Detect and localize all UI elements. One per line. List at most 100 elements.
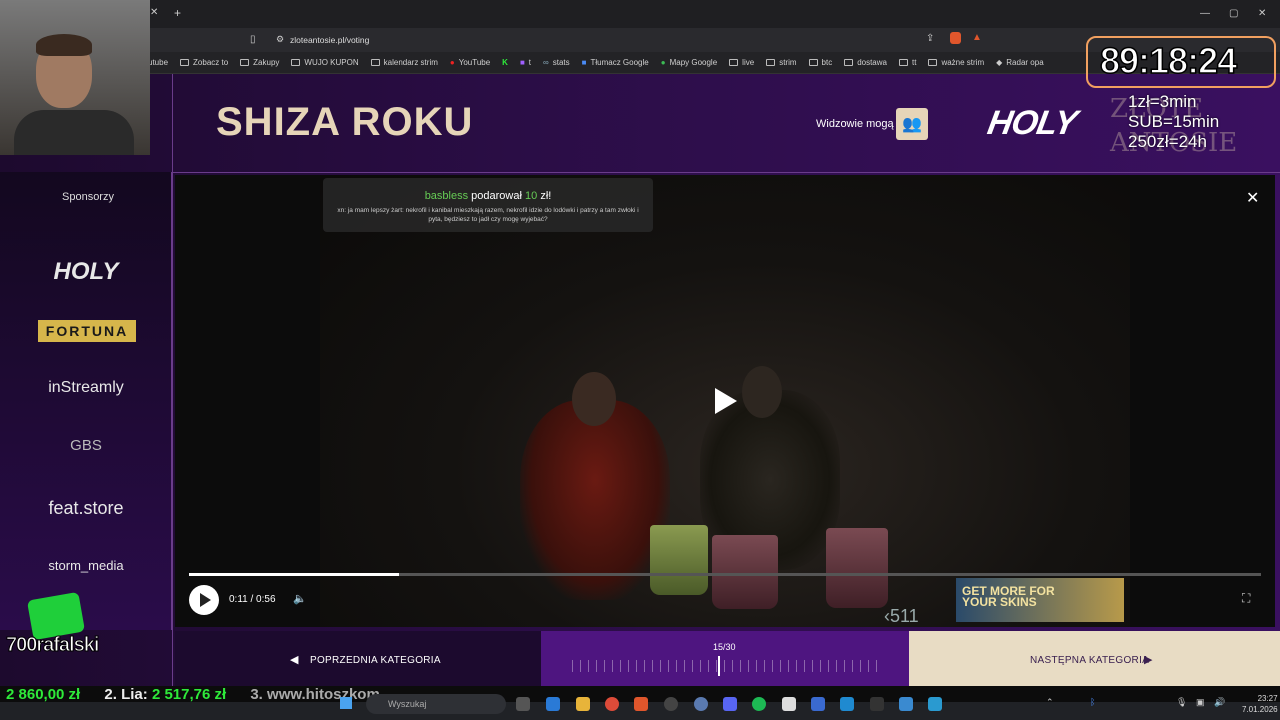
sponsor-gbs-logo[interactable]: GBS — [0, 437, 172, 454]
chrome-icon[interactable] — [605, 697, 619, 711]
video-person-head — [572, 372, 616, 426]
video-cup — [650, 525, 708, 595]
play-icon — [200, 593, 211, 607]
task-view-icon[interactable] — [516, 697, 530, 711]
spotify-icon[interactable] — [752, 697, 766, 711]
notepad-icon[interactable] — [899, 697, 913, 711]
subathon-rule: SUB=15min — [1128, 112, 1220, 131]
sponsor-stormmedia-logo[interactable]: storm_media — [0, 558, 172, 573]
bookmark-item[interactable]: ■ Tłumacz Google — [582, 58, 649, 67]
play-overlay-icon[interactable] — [715, 388, 737, 414]
bookmark-item[interactable]: ∞ stats — [543, 58, 570, 67]
windows-start-icon[interactable] — [340, 697, 352, 709]
app-icon[interactable] — [928, 697, 942, 711]
category-ticks — [572, 660, 880, 672]
tray-chevron-icon[interactable]: ⌃ — [1046, 697, 1054, 708]
stats-icon: ∞ — [543, 58, 549, 67]
browser-tab-bar — [0, 0, 1280, 28]
fullscreen-icon[interactable]: ⛶ — [1242, 591, 1250, 606]
folder-icon — [370, 59, 380, 66]
folder-icon — [180, 59, 190, 66]
bookmark-item[interactable]: Zakupy — [240, 58, 279, 67]
brave-icon[interactable] — [634, 697, 648, 711]
bookmark-item[interactable]: btc — [808, 58, 832, 67]
twitch-icon: ■ — [519, 58, 525, 67]
app-icon[interactable] — [870, 697, 884, 711]
bookmark-item[interactable]: ● Mapy Google — [661, 58, 717, 67]
next-category-label: NASTĘPNA KATEGORIA — [1030, 655, 1150, 666]
folder-icon — [844, 59, 854, 66]
bookmark-item[interactable]: dostawa — [844, 58, 887, 67]
minimize-icon[interactable]: — — [1200, 8, 1210, 19]
folder-icon — [766, 59, 776, 66]
volume-icon[interactable]: 🔈 — [293, 592, 307, 605]
bookmark-item[interactable]: utube — [148, 58, 168, 67]
network-icon[interactable]: ▣ — [1196, 697, 1205, 708]
speaker-icon[interactable]: 🔊 — [1214, 697, 1225, 708]
progress-fill — [189, 573, 400, 576]
arrow-right-icon: ▶ — [1144, 654, 1153, 666]
folder-icon — [928, 59, 938, 66]
category-title: SHIZA ROKU — [216, 100, 474, 144]
calculator-icon[interactable] — [811, 697, 825, 711]
sponsor-instreamly-logo[interactable]: inStreamly — [0, 379, 172, 397]
brave-shield-icon[interactable] — [950, 32, 961, 44]
arrow-left-icon: ◀ — [290, 654, 299, 666]
divider — [172, 74, 173, 686]
bookmark-item[interactable]: ● YouTube — [450, 58, 490, 67]
current-category-marker — [718, 656, 720, 676]
bookmark-item[interactable]: kalendarz strim — [370, 58, 438, 67]
explorer-icon[interactable] — [576, 697, 590, 711]
edge-icon[interactable] — [546, 697, 560, 711]
previous-category-label: POPRZEDNIA KATEGORIA — [310, 655, 441, 666]
url-text[interactable]: zloteantosie.pl/voting — [290, 35, 369, 45]
sponsor-fortuna-logo[interactable]: FORTUNA — [38, 320, 136, 342]
bookmark-item[interactable]: strim — [766, 58, 797, 67]
close-window-icon[interactable]: ✕ — [1258, 8, 1266, 19]
microphone-icon[interactable]: 🎙 — [1176, 697, 1187, 708]
app-icon[interactable] — [840, 697, 854, 711]
bookmark-item[interactable]: ◆ Radar opa — [996, 58, 1044, 67]
close-tab-icon[interactable]: ✕ — [150, 7, 158, 18]
radar-icon: ◆ — [996, 58, 1003, 67]
bookmark-item[interactable]: K — [502, 58, 508, 67]
taskbar-clock[interactable]: 23:27 7.01.2026 — [1242, 693, 1278, 715]
maximize-icon[interactable]: ▢ — [1229, 8, 1238, 19]
bookmark-item[interactable]: live — [729, 58, 754, 67]
folder-icon — [808, 59, 818, 66]
taskbar-search[interactable]: Wyszukaj — [366, 694, 506, 714]
maps-icon: ● — [660, 58, 666, 67]
close-icon[interactable]: ✕ — [1246, 188, 1259, 208]
bluetooth-icon[interactable]: ᛒ — [1090, 697, 1095, 707]
donation-amount: 10 — [525, 190, 538, 202]
folder-icon — [240, 59, 250, 66]
ad-count: ‹511 — [884, 606, 919, 626]
video-person-head — [742, 366, 782, 418]
bookmark-item[interactable]: tt — [898, 58, 916, 67]
app-icon[interactable] — [782, 697, 796, 711]
sponsor-holy-logo[interactable]: HOLY — [0, 258, 172, 286]
obs-icon[interactable] — [664, 697, 678, 711]
viewers-button[interactable]: 👥 — [896, 108, 928, 140]
site-info-icon[interactable]: ⚙ — [276, 34, 284, 45]
sponsor-featstore-logo[interactable]: feat.store — [0, 498, 172, 519]
subathon-timer: 89:18:24 — [1099, 39, 1238, 82]
new-tab-icon[interactable]: + — [174, 6, 181, 20]
bookmark-item[interactable]: WUJO KUPON — [291, 58, 359, 67]
clock-time: 23:27 — [1257, 694, 1278, 703]
discord-icon[interactable] — [723, 697, 737, 711]
share-icon[interactable]: ⇪ — [926, 33, 934, 44]
bookmark-icon[interactable]: ▯ — [250, 34, 256, 45]
app-icon[interactable] — [694, 697, 708, 711]
bookmark-item[interactable]: ■ t — [520, 58, 531, 67]
video-cup — [712, 535, 778, 609]
video-person — [520, 400, 670, 600]
bookmark-item[interactable]: Zobacz to — [180, 58, 228, 67]
subathon-rule: 250zł=24h — [1128, 132, 1207, 151]
brave-rewards-icon[interactable]: ▲ — [972, 32, 982, 43]
divider — [0, 172, 1280, 173]
streamer-name: 700rafalski — [5, 634, 99, 657]
bookmark-item[interactable]: ważne strim — [928, 58, 984, 67]
category-progress — [541, 631, 909, 686]
folder-icon — [729, 59, 739, 66]
